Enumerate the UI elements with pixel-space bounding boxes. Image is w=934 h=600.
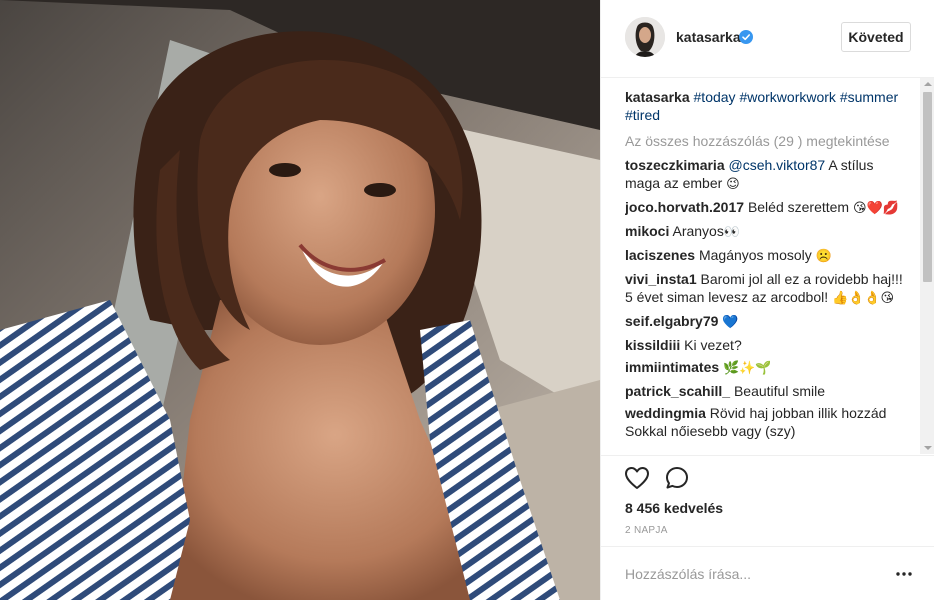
comment-emoji: ☹️ <box>815 249 832 264</box>
comments-scrollbar[interactable] <box>920 78 934 454</box>
comment-item: kissildiii Ki vezet? <box>625 336 907 354</box>
hashtag-link[interactable]: #workworkwork <box>739 89 835 105</box>
verified-badge-icon <box>739 30 753 44</box>
likes-count[interactable]: 8 456 kedvelés <box>625 500 723 516</box>
comment-author[interactable]: patrick_scahill_ <box>625 383 730 399</box>
avatar[interactable] <box>625 17 665 57</box>
comment-item: patrick_scahill_ Beautiful smile <box>625 382 907 400</box>
comment-author[interactable]: kissildiii <box>625 337 680 353</box>
post-author-username[interactable]: katasarka <box>676 29 741 45</box>
post-caption: katasarka #today #workworkwork #summer #… <box>625 88 907 124</box>
post-header: katasarka Követed <box>601 0 934 78</box>
post-details-panel: katasarka Követed katasarka #today #work… <box>600 0 934 600</box>
ellipsis-icon[interactable] <box>895 565 913 583</box>
comment-item: vivi_insta1 Baromi jol all ez a rovidebb… <box>625 270 907 308</box>
comment-text: Beléd szerettem <box>747 199 850 215</box>
hashtag-link[interactable]: #summer <box>840 89 898 105</box>
comment-item: joco.horvath.2017 Beléd szerettem 😘❤️💋 <box>625 198 907 218</box>
comment-author[interactable]: laciszenes <box>625 247 695 263</box>
comment-emoji: 😘❤️💋 <box>853 201 899 216</box>
speech-bubble-icon[interactable] <box>663 464 691 492</box>
comment-item: mikoci Aranyos👀 <box>625 222 907 242</box>
comment-item: toszeczkimaria @cseh.viktor87 A stílus m… <box>625 156 907 194</box>
comment-author[interactable]: immiintimates <box>625 359 719 375</box>
post-photo <box>0 0 600 600</box>
view-all-comments-link[interactable]: Az összes hozzászólás (29 ) megtekintése <box>625 132 907 150</box>
caption-author[interactable]: katasarka <box>625 89 690 105</box>
hashtag-link[interactable]: #tired <box>625 107 660 123</box>
comment-text: Magányos mosoly <box>698 247 812 263</box>
comment-emoji: 😉 <box>726 177 740 192</box>
hashtag-link[interactable]: #today <box>694 89 736 105</box>
comment-author[interactable]: mikoci <box>625 223 669 239</box>
comment-emoji: 👍👌👌😘 <box>832 291 895 306</box>
comment-emoji: 🌿✨🌱 <box>723 361 772 376</box>
comment-text: Beautiful smile <box>733 383 825 399</box>
comment-item: weddingmia Rövid haj jobban illik hozzád… <box>625 404 907 440</box>
comment-emoji: 💙 <box>722 315 739 330</box>
post-date[interactable]: 2 NAPJA <box>625 525 668 536</box>
comment-author[interactable]: seif.elgabry79 <box>625 313 718 329</box>
comment-item: immiintimates 🌿✨🌱 <box>625 358 907 378</box>
comments-list[interactable]: katasarka #today #workworkwork #summer #… <box>625 78 907 454</box>
comment-emoji: 👀 <box>723 225 741 240</box>
scroll-down-arrow-icon[interactable] <box>924 446 932 450</box>
comment-author[interactable]: weddingmia <box>625 405 706 421</box>
comment-input[interactable] <box>625 563 865 585</box>
scrollbar-thumb[interactable] <box>923 92 932 282</box>
comment-author[interactable]: joco.horvath.2017 <box>625 199 744 215</box>
comment-author[interactable]: vivi_insta1 <box>625 271 697 287</box>
post-actions: 8 456 kedvelés 2 NAPJA <box>601 455 934 555</box>
comment-text: Aranyos <box>672 223 724 239</box>
add-comment-section <box>601 546 934 600</box>
scroll-up-arrow-icon[interactable] <box>924 82 932 86</box>
comment-mention[interactable]: @cseh.viktor87 <box>729 157 826 173</box>
selfie-image <box>0 0 600 600</box>
comment-text: Ki vezet? <box>684 337 742 353</box>
comment-item: laciszenes Magányos mosoly ☹️ <box>625 246 907 266</box>
heart-icon[interactable] <box>623 464 651 492</box>
avatar-image <box>625 17 665 57</box>
comment-item: seif.elgabry79 💙 <box>625 312 907 332</box>
comment-author[interactable]: toszeczkimaria <box>625 157 725 173</box>
following-button[interactable]: Követed <box>841 22 911 52</box>
